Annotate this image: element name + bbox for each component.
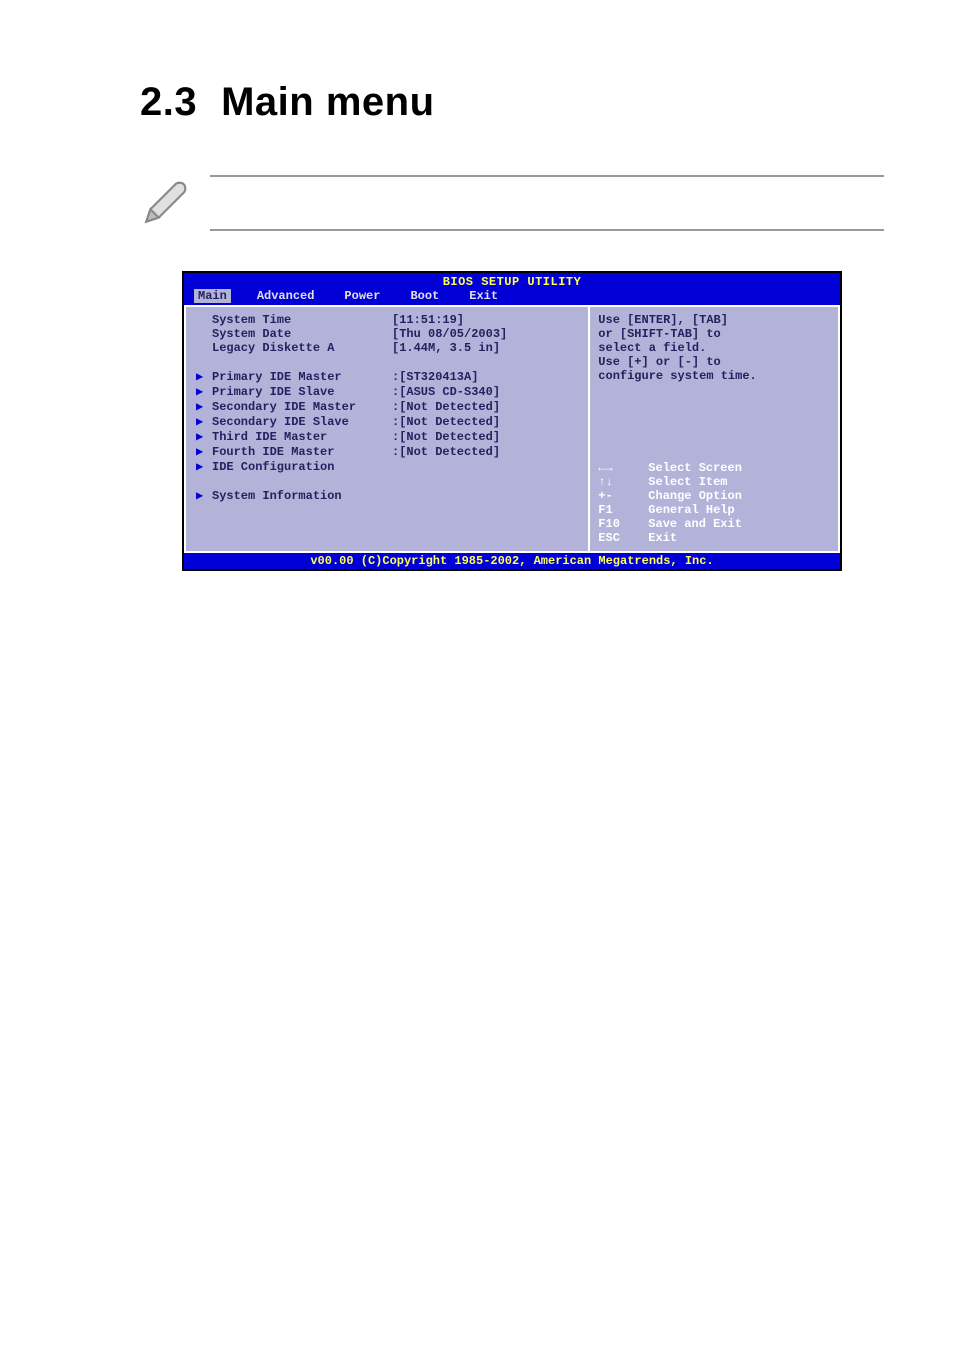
section-title: Main menu [221,80,434,124]
help-line: select a field. [598,341,830,355]
nav-key: F10 [598,517,648,531]
help-line: Use [+] or [-] to [598,355,830,369]
item-label: Third IDE Master [212,430,392,444]
nav-action: Change Option [648,489,742,503]
nav-key: F1 [598,503,648,517]
item-label: System Date [212,327,392,341]
nav-key: +- [598,489,648,503]
submenu-arrow-icon: ▶ [196,444,212,459]
tab-advanced[interactable]: Advanced [253,289,319,303]
nav-row: ESC Exit [598,531,830,545]
tab-power[interactable]: Power [340,289,384,303]
item-value: :[Not Detected] [392,445,500,459]
item-value: :[Not Detected] [392,400,500,414]
nav-action: General Help [648,503,734,517]
item-system-time[interactable]: System Time [11:51:19] [196,313,578,327]
item-label: System Information [212,489,392,503]
item-label: Secondary IDE Slave [212,415,392,429]
nav-legend: ←→ Select Screen ↑↓ Select Item +- Chang… [598,461,830,545]
submenu-secondary-ide-slave[interactable]: ▶ Secondary IDE Slave :[Not Detected] [196,414,578,429]
pencil-icon [140,178,190,228]
nav-key: ESC [598,531,648,545]
submenu-primary-ide-master[interactable]: ▶ Primary IDE Master :[ST320413A] [196,369,578,384]
item-value: [11:51:19] [392,313,464,327]
help-line: configure system time. [598,369,830,383]
bios-tab-bar: Main Advanced Power Boot Exit [184,289,840,305]
item-value: :[ST320413A] [392,370,478,384]
nav-row: F1 General Help [598,503,830,517]
bios-setup-utility: BIOS SETUP UTILITY Main Advanced Power B… [182,271,842,571]
nav-action: Exit [648,531,677,545]
item-value: :[Not Detected] [392,430,500,444]
bios-side-panel: Use [ENTER], [TAB] or [SHIFT-TAB] to sel… [588,305,840,553]
nav-row: ↑↓ Select Item [598,475,830,489]
item-value: [1.44M, 3.5 in] [392,341,500,355]
note-box [210,175,884,231]
item-system-date[interactable]: System Date [Thu 08/05/2003] [196,327,578,341]
submenu-fourth-ide-master[interactable]: ▶ Fourth IDE Master :[Not Detected] [196,444,578,459]
bios-main-panel: System Time [11:51:19] System Date [Thu … [184,305,588,553]
submenu-system-information[interactable]: ▶ System Information [196,488,578,503]
page-heading: 2.3 Main menu [140,80,884,125]
submenu-arrow-icon: ▶ [196,488,212,503]
item-legacy-diskette[interactable]: Legacy Diskette A [1.44M, 3.5 in] [196,341,578,355]
item-label: IDE Configuration [212,460,392,474]
nav-action: Select Screen [648,461,742,475]
help-text: Use [ENTER], [TAB] or [SHIFT-TAB] to sel… [598,313,830,383]
submenu-secondary-ide-master[interactable]: ▶ Secondary IDE Master :[Not Detected] [196,399,578,414]
tab-exit[interactable]: Exit [465,289,502,303]
nav-key: ↑↓ [598,475,648,489]
nav-key: ←→ [598,461,648,475]
help-line: or [SHIFT-TAB] to [598,327,830,341]
submenu-ide-configuration[interactable]: ▶ IDE Configuration [196,459,578,474]
item-label: Fourth IDE Master [212,445,392,459]
submenu-arrow-icon: ▶ [196,399,212,414]
tab-main[interactable]: Main [194,289,231,303]
submenu-third-ide-master[interactable]: ▶ Third IDE Master :[Not Detected] [196,429,578,444]
nav-row: F10 Save and Exit [598,517,830,531]
bios-title: BIOS SETUP UTILITY [184,273,840,289]
item-label: Primary IDE Slave [212,385,392,399]
item-value: [Thu 08/05/2003] [392,327,507,341]
nav-row: ←→ Select Screen [598,461,830,475]
item-label: Secondary IDE Master [212,400,392,414]
submenu-arrow-icon: ▶ [196,429,212,444]
submenu-arrow-icon: ▶ [196,369,212,384]
submenu-arrow-icon: ▶ [196,384,212,399]
item-value: :[ASUS CD-S340] [392,385,500,399]
bios-footer: v00.00 (C)Copyright 1985-2002, American … [184,553,840,569]
item-value: :[Not Detected] [392,415,500,429]
nav-action: Select Item [648,475,727,489]
submenu-arrow-icon: ▶ [196,414,212,429]
tab-boot[interactable]: Boot [406,289,443,303]
help-line: Use [ENTER], [TAB] [598,313,830,327]
nav-row: +- Change Option [598,489,830,503]
item-label: Primary IDE Master [212,370,392,384]
item-label: Legacy Diskette A [212,341,392,355]
submenu-arrow-icon: ▶ [196,459,212,474]
item-label: System Time [212,313,392,327]
submenu-primary-ide-slave[interactable]: ▶ Primary IDE Slave :[ASUS CD-S340] [196,384,578,399]
nav-action: Save and Exit [648,517,742,531]
section-number: 2.3 [140,80,197,124]
